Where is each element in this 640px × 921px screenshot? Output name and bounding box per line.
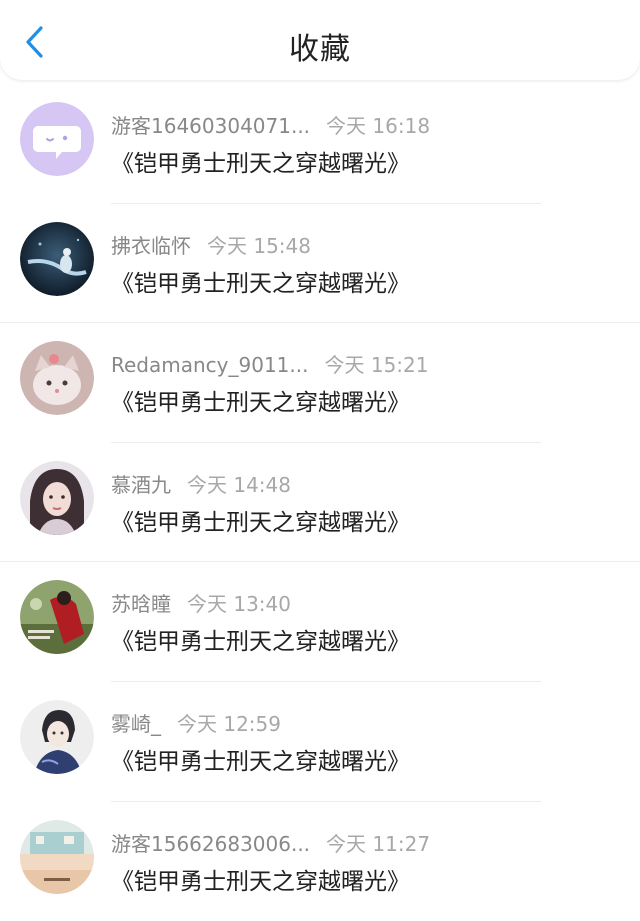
favorite-title[interactable]: 《铠甲勇士刑天之穿越曙光》 xyxy=(111,622,410,656)
list-item[interactable]: 慕酒九 今天 14:48 《铠甲勇士刑天之穿越曙光》 xyxy=(0,443,640,563)
list-item[interactable]: 游客15662683006... 今天 11:27 《铠甲勇士刑天之穿越曙光》 xyxy=(0,802,640,921)
favorite-title[interactable]: 《铠甲勇士刑天之穿越曙光》 xyxy=(111,503,410,537)
favorite-title[interactable]: 《铠甲勇士刑天之穿越曙光》 xyxy=(111,383,410,417)
list-item[interactable]: Redamancy_9011... 今天 15:21 《铠甲勇士刑天之穿越曙光》 xyxy=(0,323,640,443)
item-meta: 慕酒九 今天 14:48 xyxy=(111,469,291,498)
item-meta: 游客15662683006... 今天 11:27 xyxy=(111,828,430,857)
avatar[interactable] xyxy=(20,102,94,176)
avatar-image xyxy=(20,341,94,416)
timestamp: 今天 13:40 xyxy=(187,592,291,617)
item-meta: 拂衣临怀 今天 15:48 xyxy=(111,230,311,259)
avatar[interactable] xyxy=(20,699,94,774)
item-meta: Redamancy_9011... 今天 15:21 xyxy=(111,349,428,378)
avatar-image xyxy=(20,699,94,774)
timestamp: 今天 12:59 xyxy=(177,711,281,736)
avatar-image xyxy=(20,460,94,535)
chat-bubble-icon xyxy=(20,102,94,176)
avatar[interactable] xyxy=(20,341,94,416)
timestamp: 今天 14:48 xyxy=(187,472,291,497)
avatar[interactable] xyxy=(20,580,94,655)
timestamp: 今天 16:18 xyxy=(326,114,431,138)
avatar-image xyxy=(20,221,94,296)
user-name[interactable]: 苏晗瞳 xyxy=(111,592,171,616)
list-item[interactable]: 苏晗瞳 今天 13:40 《铠甲勇士刑天之穿越曙光》 xyxy=(0,562,640,682)
favorites-list: 游客16460304071... 今天 16:18 《铠甲勇士刑天之穿越曙光》 拂… xyxy=(0,84,640,921)
header-bar: 收藏 xyxy=(0,0,640,80)
list-item[interactable]: 游客16460304071... 今天 16:18 《铠甲勇士刑天之穿越曙光》 xyxy=(0,84,640,204)
user-name[interactable]: Redamancy_9011... xyxy=(111,353,308,377)
item-meta: 雾崎_ 今天 12:59 xyxy=(111,708,281,737)
list-item[interactable]: 雾崎_ 今天 12:59 《铠甲勇士刑天之穿越曙光》 xyxy=(0,682,640,802)
favorite-title[interactable]: 《铠甲勇士刑天之穿越曙光》 xyxy=(111,264,410,298)
avatar[interactable] xyxy=(20,460,94,535)
avatar[interactable] xyxy=(20,819,94,894)
favorite-title[interactable]: 《铠甲勇士刑天之穿越曙光》 xyxy=(111,144,410,178)
timestamp: 今天 15:21 xyxy=(324,353,429,378)
page-title: 收藏 xyxy=(289,32,351,67)
user-name[interactable]: 拂衣临怀 xyxy=(111,234,191,258)
user-name[interactable]: 游客16460304071... xyxy=(111,114,310,138)
user-name[interactable]: 游客15662683006... xyxy=(111,832,310,856)
user-name[interactable]: 雾崎_ xyxy=(111,712,161,736)
list-item[interactable]: 拂衣临怀 今天 15:48 《铠甲勇士刑天之穿越曙光》 xyxy=(0,204,640,324)
timestamp: 今天 11:27 xyxy=(326,831,431,856)
item-meta: 苏晗瞳 今天 13:40 xyxy=(111,588,291,617)
item-meta: 游客16460304071... 今天 16:18 xyxy=(111,110,430,139)
avatar-image xyxy=(20,819,94,894)
timestamp: 今天 15:48 xyxy=(207,233,311,258)
favorite-title[interactable]: 《铠甲勇士刑天之穿越曙光》 xyxy=(111,862,410,896)
avatar[interactable] xyxy=(20,221,94,296)
favorite-title[interactable]: 《铠甲勇士刑天之穿越曙光》 xyxy=(111,742,410,776)
avatar-image xyxy=(20,580,94,655)
user-name[interactable]: 慕酒九 xyxy=(111,473,171,497)
